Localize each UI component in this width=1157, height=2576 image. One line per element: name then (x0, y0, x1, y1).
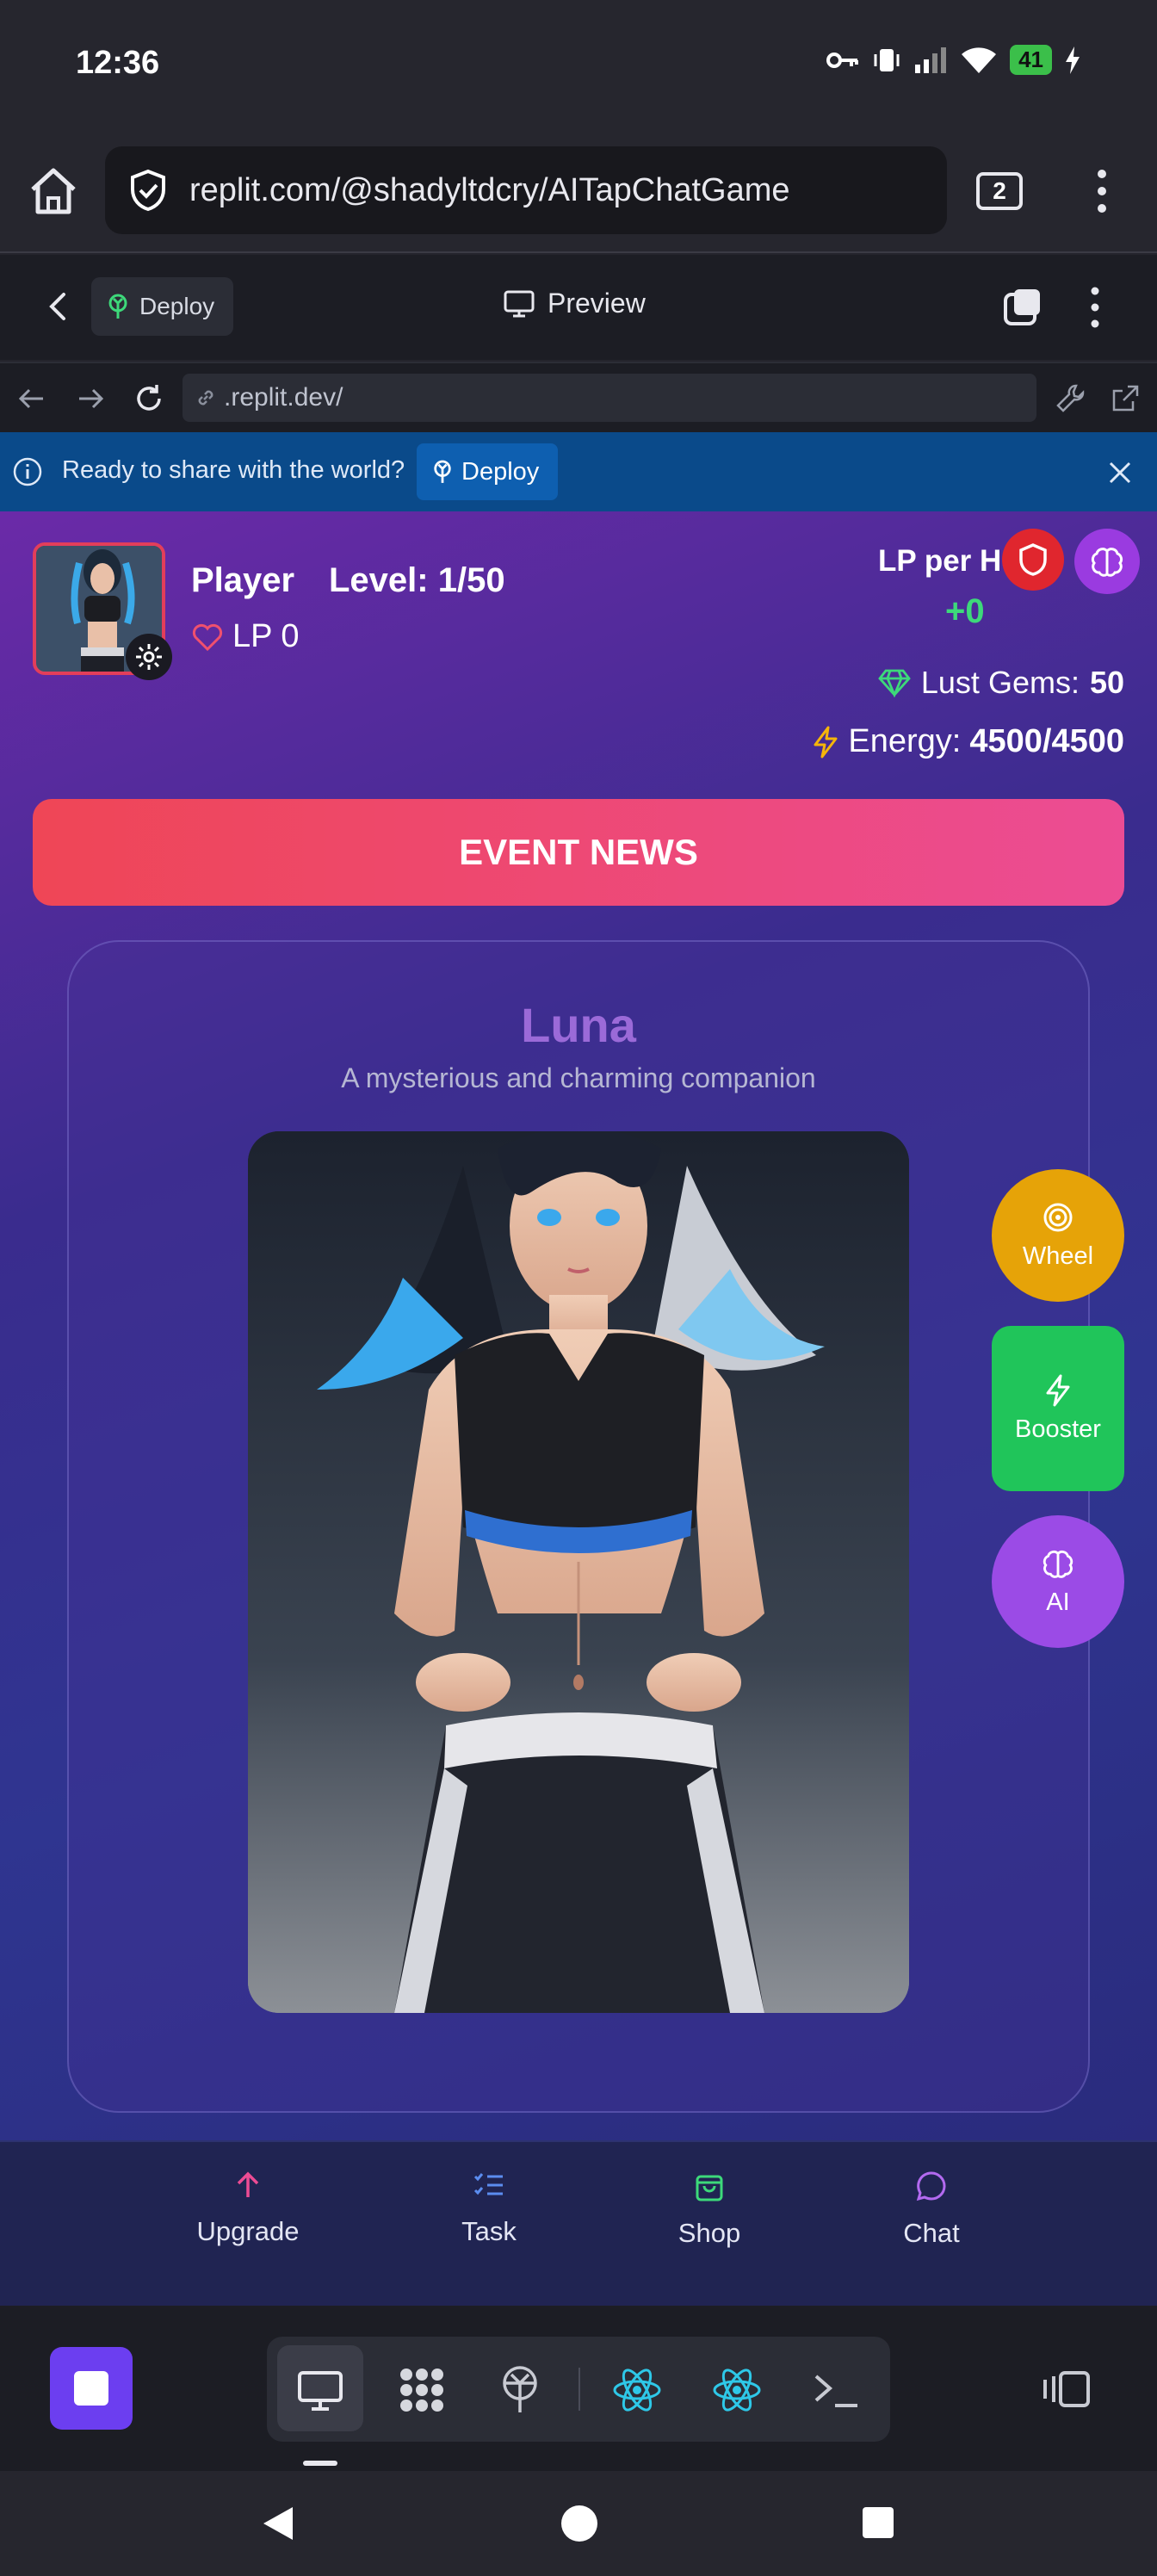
chat-bubble-icon (916, 2171, 946, 2201)
active-tool-indicator (303, 2461, 337, 2466)
wrench-icon[interactable] (1054, 382, 1086, 415)
tab-shop-label: Shop (677, 2218, 741, 2248)
banner-deploy-label: Deploy (461, 457, 540, 486)
shopping-bag-icon (696, 2175, 723, 2201)
tab-count-button[interactable]: 2 (976, 172, 1023, 210)
banner-message: Ready to share with the world? (62, 456, 405, 484)
character-portrait[interactable] (248, 1131, 909, 2013)
webview-address-field[interactable]: .replit.dev/ (183, 374, 1036, 422)
energy-value: 4500/4500 (969, 723, 1124, 759)
browser-url-text: replit.com/@shadyltdcry/AITapChatGame (189, 171, 790, 208)
shield-check-icon (131, 169, 165, 212)
tab-chat-label: Chat (903, 2218, 960, 2248)
gem-icon (878, 669, 911, 697)
booster-label: Booster (1015, 1415, 1101, 1443)
shield-icon (1019, 543, 1047, 576)
stop-icon (74, 2371, 108, 2406)
energy-display: Energy: 4500/4500 (812, 723, 1124, 760)
deploy-button[interactable]: Deploy (91, 277, 234, 336)
tab-shop[interactable]: Shop (623, 2170, 795, 2249)
lp-per-hour-label: LP per Ho (878, 544, 1020, 578)
monitor-icon (504, 290, 535, 317)
tab-chat[interactable]: Chat (845, 2170, 1018, 2249)
brain-button[interactable] (1074, 529, 1140, 594)
energy-label: Energy: (848, 723, 962, 759)
preview-tool-icon[interactable] (293, 2362, 348, 2418)
reload-icon[interactable] (133, 382, 165, 415)
deploy-icon (434, 460, 451, 483)
open-external-icon[interactable] (1109, 382, 1142, 415)
admin-shield-button[interactable] (1002, 529, 1064, 591)
deploy-icon (108, 294, 127, 319)
deploy-tool-icon[interactable] (492, 2362, 548, 2418)
system-back-icon[interactable] (258, 2504, 298, 2543)
gems-display: Lust Gems: 50 (878, 665, 1124, 701)
target-icon (1043, 1203, 1073, 1231)
system-home-icon[interactable] (560, 2504, 599, 2543)
checklist-icon (473, 2173, 503, 2195)
player-name: Player (191, 561, 295, 599)
brain-icon (1043, 1550, 1073, 1578)
arrow-up-icon (237, 2171, 259, 2197)
wifi-icon (962, 46, 997, 73)
wheel-label: Wheel (1022, 1242, 1094, 1270)
lp-per-hour-value: +0 (945, 592, 985, 630)
status-icons: 41 (826, 45, 1081, 75)
nav-back-icon[interactable] (15, 382, 48, 415)
tab-task[interactable]: Task (403, 2170, 575, 2247)
settings-gear-icon[interactable] (126, 634, 172, 680)
player-level: Level: 1/50 (329, 561, 505, 599)
brain-icon (1091, 548, 1123, 577)
terminal-icon[interactable] (809, 2362, 864, 2418)
ai-button[interactable]: AI (992, 1515, 1124, 1648)
preview-label: Preview (548, 288, 646, 319)
lightning-icon (1046, 1374, 1070, 1406)
player-lp: LP 0 (191, 618, 299, 655)
character-name: Luna (521, 998, 636, 1052)
heart-icon (192, 623, 223, 651)
signal-icon (915, 46, 947, 73)
wheel-button[interactable]: Wheel (992, 1169, 1124, 1302)
character-description: A mysterious and charming companion (341, 1062, 816, 1093)
webview-address-text: .replit.dev/ (224, 383, 343, 412)
tab-upgrade-label: Upgrade (196, 2216, 300, 2246)
info-icon (13, 457, 42, 486)
home-icon[interactable] (26, 164, 81, 219)
panel-layout-icon[interactable] (1042, 2369, 1092, 2409)
ai-label: AI (1046, 1588, 1070, 1616)
character-image (248, 1131, 909, 2013)
replit-more-icon[interactable] (1088, 286, 1102, 329)
booster-button[interactable]: Booster (992, 1326, 1124, 1491)
stop-button[interactable] (50, 2347, 133, 2430)
gems-value: 50 (1089, 665, 1124, 700)
event-news-button[interactable]: EVENT NEWS (33, 799, 1124, 906)
tool-divider (578, 2368, 580, 2411)
charging-icon (1066, 46, 1080, 74)
link-icon (198, 390, 213, 406)
back-chevron-icon[interactable] (41, 289, 76, 324)
nav-forward-icon[interactable] (74, 382, 107, 415)
tab-upgrade[interactable]: Upgrade (162, 2170, 334, 2247)
vibrate-icon (874, 48, 900, 71)
lp-value: LP 0 (232, 618, 300, 654)
browser-url-bar[interactable]: replit.com/@shadyltdcry/AITapChatGame (105, 146, 947, 234)
battery-indicator: 41 (1010, 45, 1052, 75)
banner-deploy-button[interactable]: Deploy (417, 443, 559, 500)
deploy-button-label: Deploy (139, 293, 215, 319)
devtools-toggle-icon[interactable] (1002, 286, 1043, 327)
apps-grid-icon[interactable] (394, 2362, 449, 2418)
react-icon-2[interactable] (709, 2362, 764, 2418)
close-icon[interactable] (1105, 458, 1135, 487)
key-icon (826, 52, 859, 68)
lightning-icon (814, 726, 838, 758)
preview-tab[interactable]: Preview (503, 288, 646, 319)
react-icon[interactable] (609, 2362, 665, 2418)
more-vertical-icon[interactable] (1093, 169, 1111, 214)
tab-task-label: Task (461, 2216, 517, 2246)
status-time: 12:36 (76, 45, 160, 81)
system-recents-icon[interactable] (861, 2505, 895, 2540)
gems-label: Lust Gems: (920, 665, 1080, 700)
